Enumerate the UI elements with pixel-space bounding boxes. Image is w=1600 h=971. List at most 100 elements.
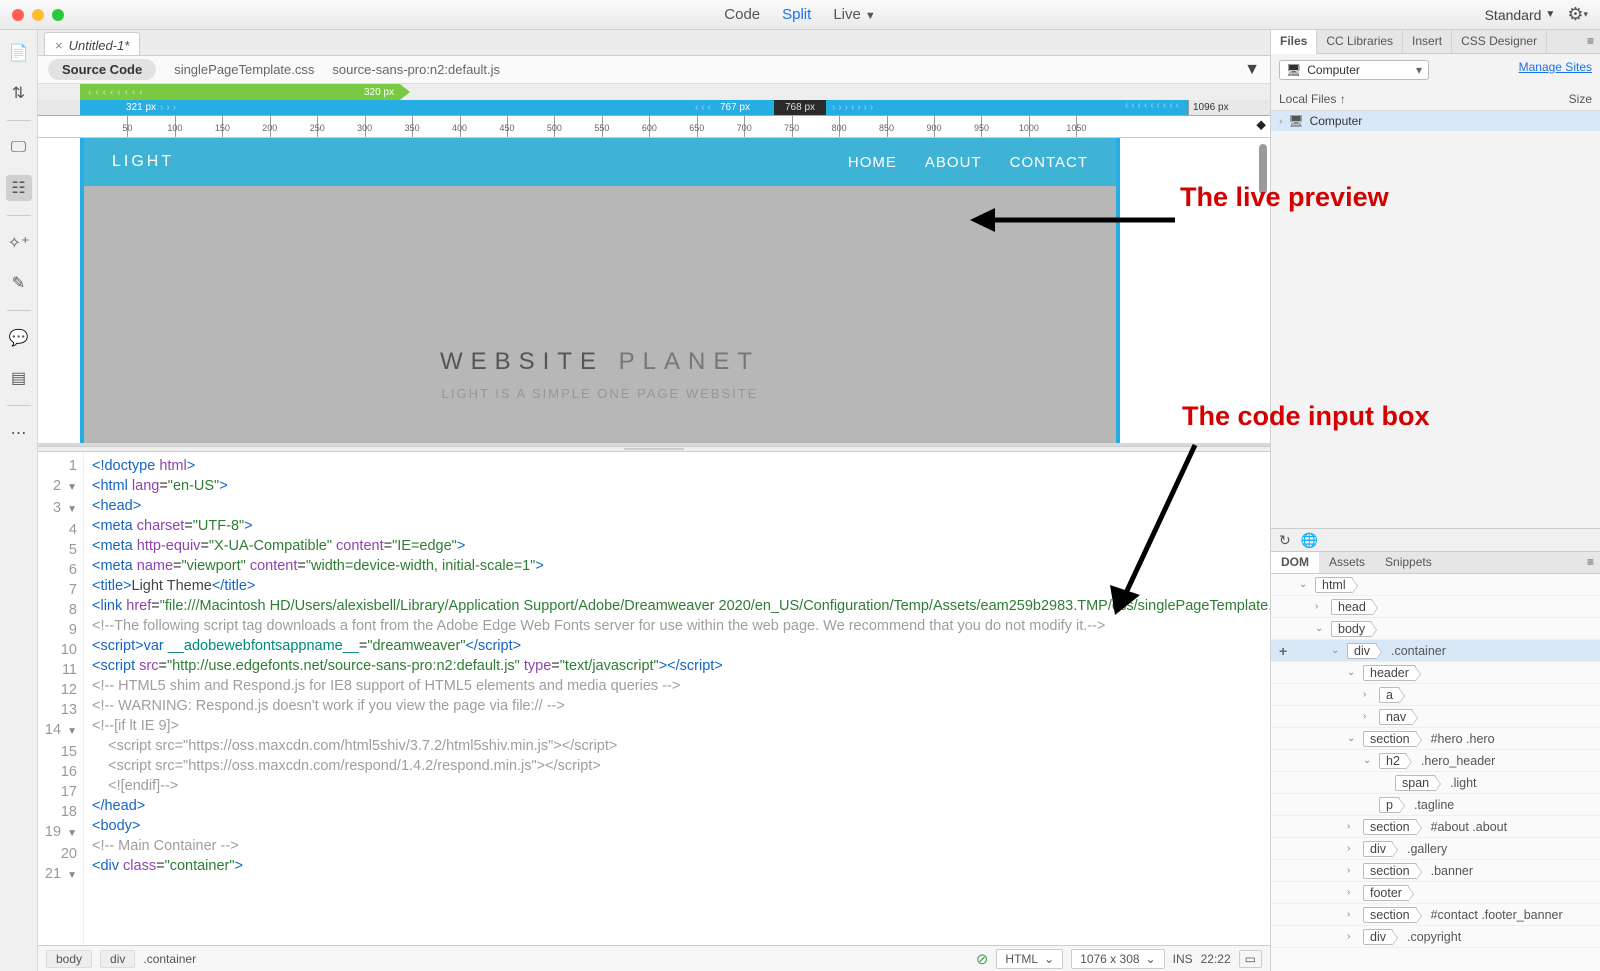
disclosure-triangle-icon[interactable]: ›: [1347, 843, 1359, 854]
device-preview-icon[interactable]: ▭: [1239, 950, 1262, 968]
files-col-local[interactable]: Local Files ↑: [1279, 92, 1569, 106]
workspace-switcher[interactable]: Standard ▼: [1485, 7, 1556, 23]
breadcrumb-selector[interactable]: .container: [143, 952, 196, 966]
tab-dom[interactable]: DOM: [1271, 552, 1319, 573]
dom-row[interactable]: ⌄section#hero .hero: [1271, 728, 1600, 750]
disclosure-triangle-icon[interactable]: ›: [1347, 887, 1359, 898]
tab-css-designer[interactable]: CSS Designer: [1452, 30, 1547, 53]
dom-row[interactable]: ›section#contact .footer_banner: [1271, 904, 1600, 926]
dom-tag[interactable]: span: [1395, 775, 1436, 791]
wand-icon[interactable]: ✧⁺: [6, 230, 32, 256]
preview-nav-home[interactable]: HOME: [848, 154, 897, 171]
dom-tag[interactable]: nav: [1379, 709, 1413, 725]
close-window-icon[interactable]: [12, 9, 24, 21]
refresh-icon[interactable]: ↻: [1279, 532, 1291, 549]
dom-tag[interactable]: html: [1315, 577, 1353, 593]
language-select[interactable]: HTML ⌄: [996, 949, 1063, 969]
tab-code[interactable]: Code: [724, 6, 760, 23]
dom-tag[interactable]: section: [1363, 863, 1417, 879]
dom-tag[interactable]: p: [1379, 797, 1400, 813]
dom-row[interactable]: › nav: [1271, 706, 1600, 728]
dom-row[interactable]: ›div.gallery: [1271, 838, 1600, 860]
disclosure-triangle-icon[interactable]: ⌄: [1363, 755, 1375, 766]
manage-sites-icon[interactable]: ⇅: [6, 80, 32, 106]
dom-tag[interactable]: a: [1379, 687, 1400, 703]
dom-row[interactable]: ›div.copyright: [1271, 926, 1600, 948]
disclosure-triangle-icon[interactable]: ›: [1347, 931, 1359, 942]
live-preview-pane[interactable]: LIGHT HOME ABOUT CONTACT WEBSITE PLANET …: [38, 138, 1270, 446]
breadcrumb[interactable]: body: [46, 950, 92, 968]
comment-icon[interactable]: 💬: [6, 325, 32, 351]
disclosure-triangle-icon[interactable]: ›: [1315, 601, 1327, 612]
dom-row[interactable]: ›a: [1271, 684, 1600, 706]
related-file[interactable]: source-sans-pro:n2:default.js: [332, 62, 500, 77]
add-icon[interactable]: +: [1279, 643, 1291, 659]
minimize-window-icon[interactable]: [32, 9, 44, 21]
document-tab[interactable]: × Untitled-1*: [44, 32, 140, 55]
tab-files[interactable]: Files: [1271, 30, 1317, 54]
breadcrumb[interactable]: div: [100, 950, 135, 968]
disclosure-triangle-icon[interactable]: ⌄: [1315, 623, 1327, 634]
dom-row[interactable]: p.tagline: [1271, 794, 1600, 816]
dom-row[interactable]: span.light: [1271, 772, 1600, 794]
tab-split[interactable]: Split: [782, 6, 811, 23]
format-icon[interactable]: ✎: [6, 270, 32, 296]
media-query-bar-min[interactable]: ‹‹‹‹‹‹‹‹320 px: [38, 84, 1270, 100]
disclosure-triangle-icon[interactable]: ›: [1363, 711, 1375, 722]
disclosure-triangle-icon[interactable]: ⌄: [1331, 645, 1343, 656]
files-location-dropdown[interactable]: 🖥 Computer: [1279, 60, 1429, 80]
preview-icon[interactable]: 🖵: [6, 135, 32, 161]
source-code-pill[interactable]: Source Code: [48, 59, 156, 80]
viewport-size[interactable]: 1076 x 308 ⌄: [1071, 949, 1164, 969]
insert-mode[interactable]: INS: [1173, 952, 1193, 966]
dom-tag[interactable]: section: [1363, 731, 1417, 747]
disclosure-triangle-icon[interactable]: ⌄: [1299, 579, 1311, 590]
related-file[interactable]: singlePageTemplate.css: [174, 62, 314, 77]
dom-row[interactable]: ⌄ html: [1271, 574, 1600, 596]
tab-assets[interactable]: Assets: [1319, 552, 1375, 573]
dom-tree[interactable]: ⌄html›head⌄body+⌄div.container⌄header›a›…: [1271, 574, 1600, 971]
disclosure-triangle-icon[interactable]: ›: [1347, 821, 1359, 832]
close-icon[interactable]: ×: [55, 38, 63, 53]
tab-cc-libraries[interactable]: CC Libraries: [1317, 30, 1403, 53]
dom-tag[interactable]: body: [1331, 621, 1372, 637]
ruler-marker-icon[interactable]: ⬥▾: [1256, 116, 1266, 138]
filter-icon[interactable]: ▼: [1244, 61, 1260, 79]
disclosure-triangle-icon[interactable]: ›: [1363, 689, 1375, 700]
dom-row[interactable]: +⌄div.container: [1271, 640, 1600, 662]
preview-nav-about[interactable]: ABOUT: [925, 154, 982, 171]
code-editor[interactable]: 12 ▼3 ▼4567891011121314 ▼1516171819 ▼202…: [38, 452, 1270, 945]
disclosure-triangle-icon[interactable]: ⌄: [1347, 733, 1359, 744]
dom-row[interactable]: ⌄ header: [1271, 662, 1600, 684]
dom-tag[interactable]: header: [1363, 665, 1416, 681]
tab-snippets[interactable]: Snippets: [1375, 552, 1442, 573]
dom-tag[interactable]: section: [1363, 819, 1417, 835]
dom-tag[interactable]: section: [1363, 907, 1417, 923]
window-controls[interactable]: [12, 9, 64, 21]
dom-tag[interactable]: div: [1363, 929, 1393, 945]
manage-sites-link[interactable]: Manage Sites: [1519, 60, 1592, 74]
dom-tag[interactable]: head: [1331, 599, 1373, 615]
preview-nav-contact[interactable]: CONTACT: [1010, 154, 1088, 171]
disclosure-triangle-icon[interactable]: ›: [1347, 909, 1359, 920]
dom-tag[interactable]: div: [1347, 643, 1377, 659]
file-icon[interactable]: 📄: [6, 40, 32, 66]
dom-row[interactable]: ⌄ body: [1271, 618, 1600, 640]
preview-logo[interactable]: LIGHT: [112, 153, 174, 171]
snippet-icon[interactable]: ▤: [6, 365, 32, 391]
dom-row[interactable]: ›section.banner: [1271, 860, 1600, 882]
disclosure-triangle-icon[interactable]: ⌄: [1347, 667, 1359, 678]
zoom-window-icon[interactable]: [52, 9, 64, 21]
files-root-row[interactable]: › 🖥 Computer: [1271, 111, 1600, 131]
validation-ok-icon[interactable]: ⊘: [976, 950, 989, 968]
split-view-icon[interactable]: ☷: [6, 175, 32, 201]
disclosure-triangle-icon[interactable]: ›: [1279, 116, 1282, 127]
dom-row[interactable]: › head: [1271, 596, 1600, 618]
dom-row[interactable]: ›section#about .about: [1271, 816, 1600, 838]
disclosure-triangle-icon[interactable]: ›: [1347, 865, 1359, 876]
files-col-size[interactable]: Size: [1569, 92, 1592, 106]
tab-insert[interactable]: Insert: [1403, 30, 1452, 53]
dom-tag[interactable]: footer: [1363, 885, 1409, 901]
tab-live[interactable]: Live▼: [833, 6, 875, 23]
media-query-bar-range[interactable]: 321 px››› ‹‹‹767 px 768 px ››››››› ‹‹‹‹‹…: [38, 100, 1270, 116]
